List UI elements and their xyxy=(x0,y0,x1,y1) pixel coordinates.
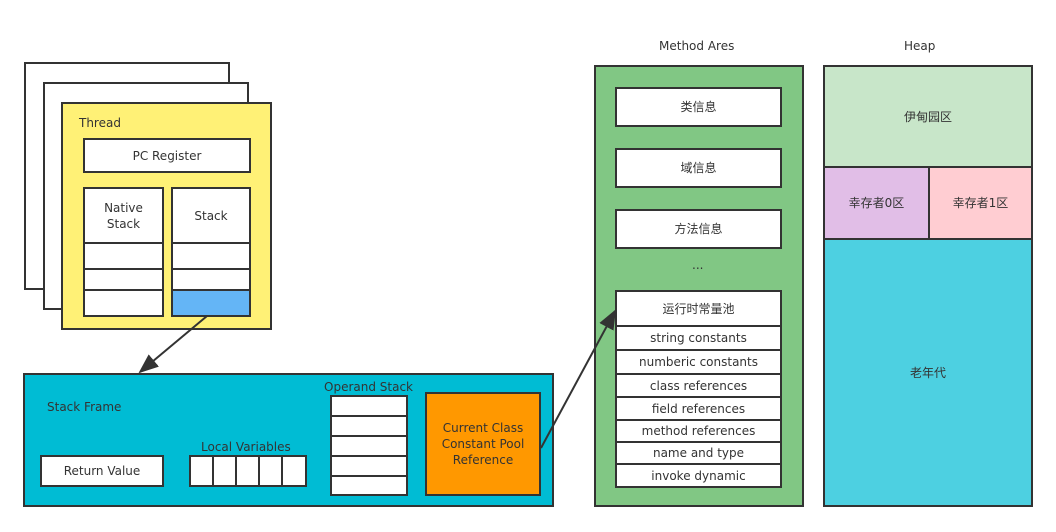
ref-to-pool-arrow xyxy=(540,309,616,449)
arrows xyxy=(138,309,616,449)
jvm-memory-diagram: Thread PC Register Native Stack Stack St… xyxy=(0,0,1056,532)
stack-to-frame-arrow xyxy=(138,315,208,374)
